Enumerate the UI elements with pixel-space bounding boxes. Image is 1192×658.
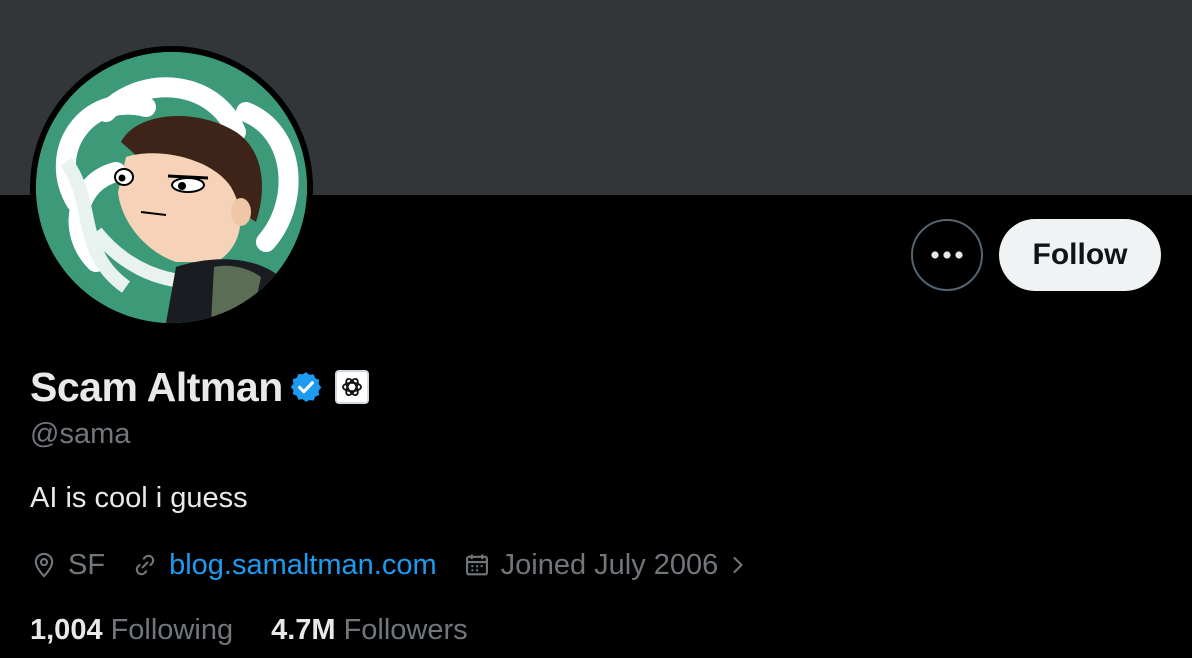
profile-stats: 1,004 Following 4.7M Followers bbox=[30, 610, 506, 650]
followers-stat[interactable]: 4.7M Followers bbox=[271, 614, 468, 647]
location-item: SF bbox=[30, 549, 105, 582]
avatar[interactable] bbox=[36, 52, 307, 323]
profile-bio: AI is cool i guess bbox=[30, 482, 248, 514]
chevron-right-icon bbox=[733, 556, 743, 574]
website-link[interactable]: blog.samaltman.com bbox=[169, 549, 437, 582]
joined-item[interactable]: Joined July 2006 bbox=[463, 549, 759, 582]
name-row: Scam Altman bbox=[30, 362, 369, 412]
follow-button[interactable]: Follow bbox=[999, 219, 1161, 291]
followers-label: Followers bbox=[343, 613, 468, 646]
openai-logo-icon[interactable] bbox=[334, 370, 369, 404]
following-stat[interactable]: 1,004 Following bbox=[30, 614, 233, 647]
more-horizontal-icon bbox=[931, 251, 963, 259]
profile-handle: @sama bbox=[30, 418, 131, 450]
profile-meta: SF blog.samaltman.com Joined July 2006 bbox=[30, 544, 784, 586]
website-item[interactable]: blog.samaltman.com bbox=[131, 549, 437, 582]
following-label: Following bbox=[110, 613, 234, 646]
following-count: 1,004 bbox=[30, 613, 103, 646]
link-icon bbox=[135, 554, 155, 576]
profile-page: Follow Scam Altman @sama AI is cool i gu… bbox=[0, 0, 1192, 658]
location-text: SF bbox=[68, 548, 106, 581]
calendar-icon bbox=[465, 554, 488, 576]
display-name: Scam Altman bbox=[30, 363, 283, 410]
location-pin-icon bbox=[34, 552, 54, 578]
verified-badge-icon[interactable] bbox=[289, 370, 323, 404]
joined-text: Joined July 2006 bbox=[500, 548, 719, 581]
followers-count: 4.7M bbox=[271, 613, 336, 646]
avatar-image bbox=[36, 52, 307, 323]
more-button[interactable] bbox=[911, 219, 983, 291]
